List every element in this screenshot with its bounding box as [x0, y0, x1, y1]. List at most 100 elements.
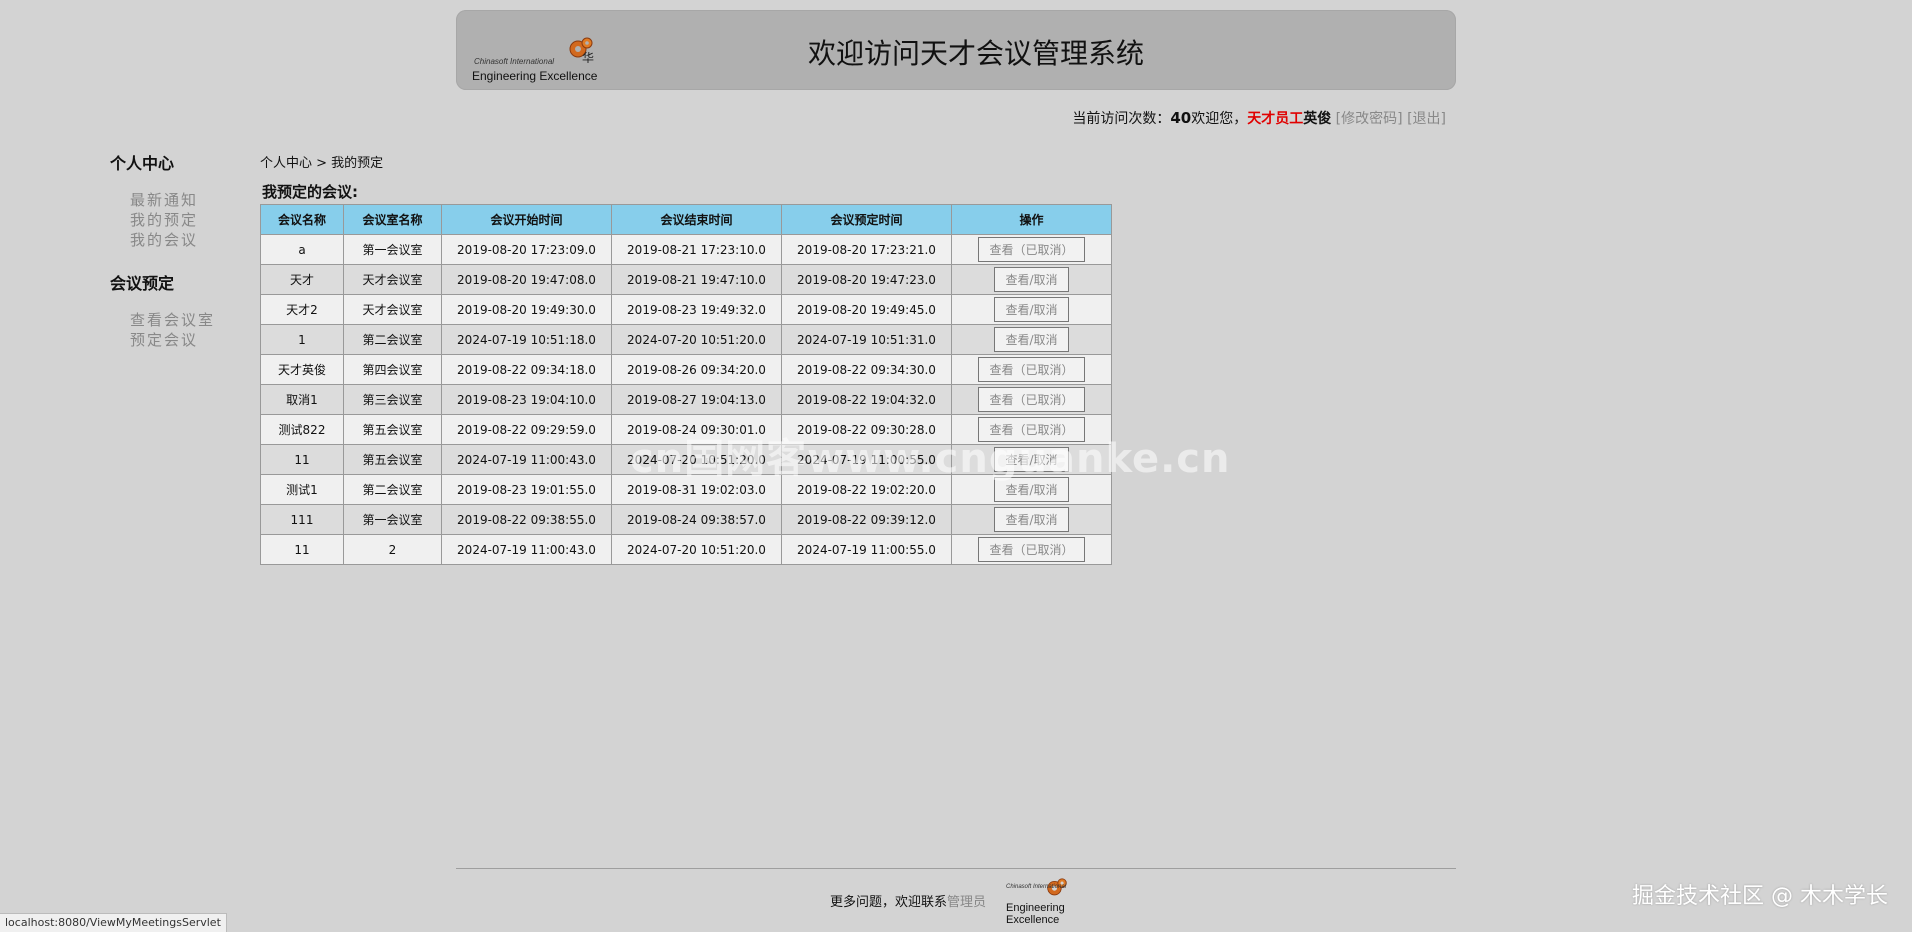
footer-divider	[456, 868, 1456, 869]
cell-actions: 查看/取消	[951, 504, 1112, 535]
cell-start-time: 2019-08-20 17:23:09.0	[441, 234, 612, 265]
cell-actions: 查看/取消	[951, 444, 1112, 475]
view-cancel-button[interactable]: 查看/取消	[994, 477, 1069, 502]
view-cancel-button[interactable]: 查看（已取消）	[978, 357, 1085, 382]
visit-count-label: 当前访问次数：	[1072, 111, 1171, 127]
cell-booked-time: 2024-07-19 11:00:55.0	[781, 444, 952, 475]
view-cancel-button[interactable]: 查看/取消	[994, 267, 1069, 292]
col-header-start-time: 会议开始时间	[441, 204, 612, 235]
cell-end-time: 2019-08-31 19:02:03.0	[611, 474, 782, 505]
footer-logo-small-text: Chinasoft International	[1006, 884, 1067, 890]
cell-end-time: 2024-07-20 10:51:20.0	[611, 324, 782, 355]
contact-admin-link[interactable]: 管理员	[947, 895, 986, 910]
view-cancel-button[interactable]: 查看（已取消）	[978, 537, 1085, 562]
sidebar-item-my-bookings[interactable]: 我的预定	[130, 210, 260, 230]
col-header-room-name: 会议室名称	[343, 204, 442, 235]
view-cancel-button[interactable]: 查看/取消	[994, 327, 1069, 352]
col-header-end-time: 会议结束时间	[611, 204, 782, 235]
cell-actions: 查看（已取消）	[951, 384, 1112, 415]
cell-room-name: 第五会议室	[343, 414, 442, 445]
cell-actions: 查看（已取消）	[951, 354, 1112, 385]
cell-booked-time: 2019-08-20 17:23:21.0	[781, 234, 952, 265]
cell-room-name: 第一会议室	[343, 504, 442, 535]
sidebar-item-view-rooms[interactable]: 查看会议室	[130, 310, 260, 330]
header-banner: 华 Chinasoft International Engineering Ex…	[456, 10, 1456, 90]
welcome-text: 欢迎您，	[1191, 111, 1248, 127]
cell-meeting-name: 11	[260, 444, 344, 475]
sidebar-item-my-meetings[interactable]: 我的会议	[130, 230, 260, 250]
cell-meeting-name: 取消1	[260, 384, 344, 415]
table-row: 天才2 天才会议室 2019-08-20 19:49:30.0 2019-08-23 …	[260, 294, 1112, 325]
cell-start-time: 2019-08-22 09:29:59.0	[441, 414, 612, 445]
cell-actions: 查看/取消	[951, 294, 1112, 325]
footer-text: 更多问题，欢迎联系管理员	[830, 891, 986, 910]
cell-meeting-name: 天才	[260, 264, 344, 295]
view-cancel-button[interactable]: 查看（已取消）	[978, 387, 1085, 412]
cell-actions: 查看/取消	[951, 264, 1112, 295]
sidebar-list-personal: 最新通知 我的预定 我的会议	[130, 190, 260, 250]
cell-start-time: 2019-08-23 19:01:55.0	[441, 474, 612, 505]
col-header-actions: 操作	[951, 204, 1112, 235]
cell-room-name: 第四会议室	[343, 354, 442, 385]
logout-link[interactable]: [退出]	[1407, 111, 1446, 127]
cell-end-time: 2024-07-20 10:51:20.0	[611, 444, 782, 475]
visit-count: 40	[1170, 109, 1192, 127]
cell-start-time: 2019-08-20 19:47:08.0	[441, 264, 612, 295]
sidebar-list-booking: 查看会议室 预定会议	[130, 310, 260, 350]
table-row: a 第一会议室 2019-08-20 17:23:09.0 2019-08-21 17…	[260, 234, 1112, 265]
user-info-bar: 当前访问次数：40欢迎您，天才员工英俊 [修改密码] [退出]	[1072, 108, 1446, 128]
cell-meeting-name: 111	[260, 504, 344, 535]
cell-start-time: 2019-08-22 09:34:18.0	[441, 354, 612, 385]
cell-booked-time: 2019-08-22 19:02:20.0	[781, 474, 952, 505]
view-cancel-button[interactable]: 查看（已取消）	[978, 237, 1085, 262]
breadcrumb: 个人中心 > 我的预定	[260, 156, 384, 171]
sidebar-item-notices[interactable]: 最新通知	[130, 190, 260, 210]
cell-booked-time: 2019-08-20 19:47:23.0	[781, 264, 952, 295]
footer-logo-big-text: Engineering Excellence	[1006, 902, 1065, 926]
meetings-table: 会议名称 会议室名称 会议开始时间 会议结束时间 会议预定时间 操作 a 第一会议…	[260, 204, 1112, 565]
cell-end-time: 2019-08-21 17:23:10.0	[611, 234, 782, 265]
cell-actions: 查看/取消	[951, 474, 1112, 505]
view-cancel-button[interactable]: 查看/取消	[994, 447, 1069, 472]
table-header-row: 会议名称 会议室名称 会议开始时间 会议结束时间 会议预定时间 操作	[260, 204, 1112, 235]
table-row: 11 第五会议室 2024-07-19 11:00:43.0 2024-07-20 1…	[260, 444, 1112, 475]
sidebar-item-book-meeting[interactable]: 预定会议	[130, 330, 260, 350]
cell-start-time: 2024-07-19 10:51:18.0	[441, 324, 612, 355]
cell-booked-time: 2019-08-22 19:04:32.0	[781, 384, 952, 415]
cell-start-time: 2019-08-20 19:49:30.0	[441, 294, 612, 325]
table-body: a 第一会议室 2019-08-20 17:23:09.0 2019-08-21 17…	[260, 234, 1112, 565]
change-password-link[interactable]: [修改密码]	[1336, 111, 1403, 127]
page-title: 欢迎访问天才会议管理系统	[807, 37, 1144, 70]
view-cancel-button[interactable]: 查看/取消	[994, 507, 1069, 532]
sidebar-section-personal: 个人中心	[110, 154, 175, 173]
cell-room-name: 天才会议室	[343, 294, 442, 325]
table-row: 111 第一会议室 2019-08-22 09:38:55.0 2019-08-24 …	[260, 504, 1112, 535]
cell-room-name: 2	[343, 534, 442, 565]
cell-actions: 查看/取消	[951, 324, 1112, 355]
table-row: 1 第二会议室 2024-07-19 10:51:18.0 2024-07-20 10…	[260, 324, 1112, 355]
sidebar: 个人中心 最新通知 我的预定 我的会议 会议预定 查看会议室 预定会议	[110, 150, 260, 370]
cell-start-time: 2024-07-19 11:00:43.0	[441, 534, 612, 565]
cell-end-time: 2019-08-23 19:49:32.0	[611, 294, 782, 325]
cell-booked-time: 2024-07-19 10:51:31.0	[781, 324, 952, 355]
footer-contact-text: 更多问题，欢迎联系	[830, 895, 948, 910]
cell-meeting-name: 1	[260, 324, 344, 355]
view-cancel-button[interactable]: 查看/取消	[994, 297, 1069, 322]
cell-meeting-name: 天才2	[260, 294, 344, 325]
cell-actions: 查看（已取消）	[951, 414, 1112, 445]
table-row: 测试1 第二会议室 2019-08-23 19:01:55.0 2019-08-31 …	[260, 474, 1112, 505]
cell-end-time: 2019-08-27 19:04:13.0	[611, 384, 782, 415]
browser-status-url: localhost:8080/ViewMyMeetingsServlet	[0, 913, 227, 932]
cell-room-name: 第二会议室	[343, 324, 442, 355]
cell-actions: 查看（已取消）	[951, 534, 1112, 565]
cell-end-time: 2019-08-21 19:47:10.0	[611, 264, 782, 295]
cell-booked-time: 2019-08-22 09:30:28.0	[781, 414, 952, 445]
cell-room-name: 天才会议室	[343, 264, 442, 295]
section-title: 我预定的会议:	[262, 183, 358, 201]
cell-booked-time: 2019-08-20 19:49:45.0	[781, 294, 952, 325]
table-row: 天才 天才会议室 2019-08-20 19:47:08.0 2019-08-21 1…	[260, 264, 1112, 295]
cell-end-time: 2019-08-24 09:38:57.0	[611, 504, 782, 535]
view-cancel-button[interactable]: 查看（已取消）	[978, 417, 1085, 442]
cell-booked-time: 2019-08-22 09:34:30.0	[781, 354, 952, 385]
cell-meeting-name: 11	[260, 534, 344, 565]
